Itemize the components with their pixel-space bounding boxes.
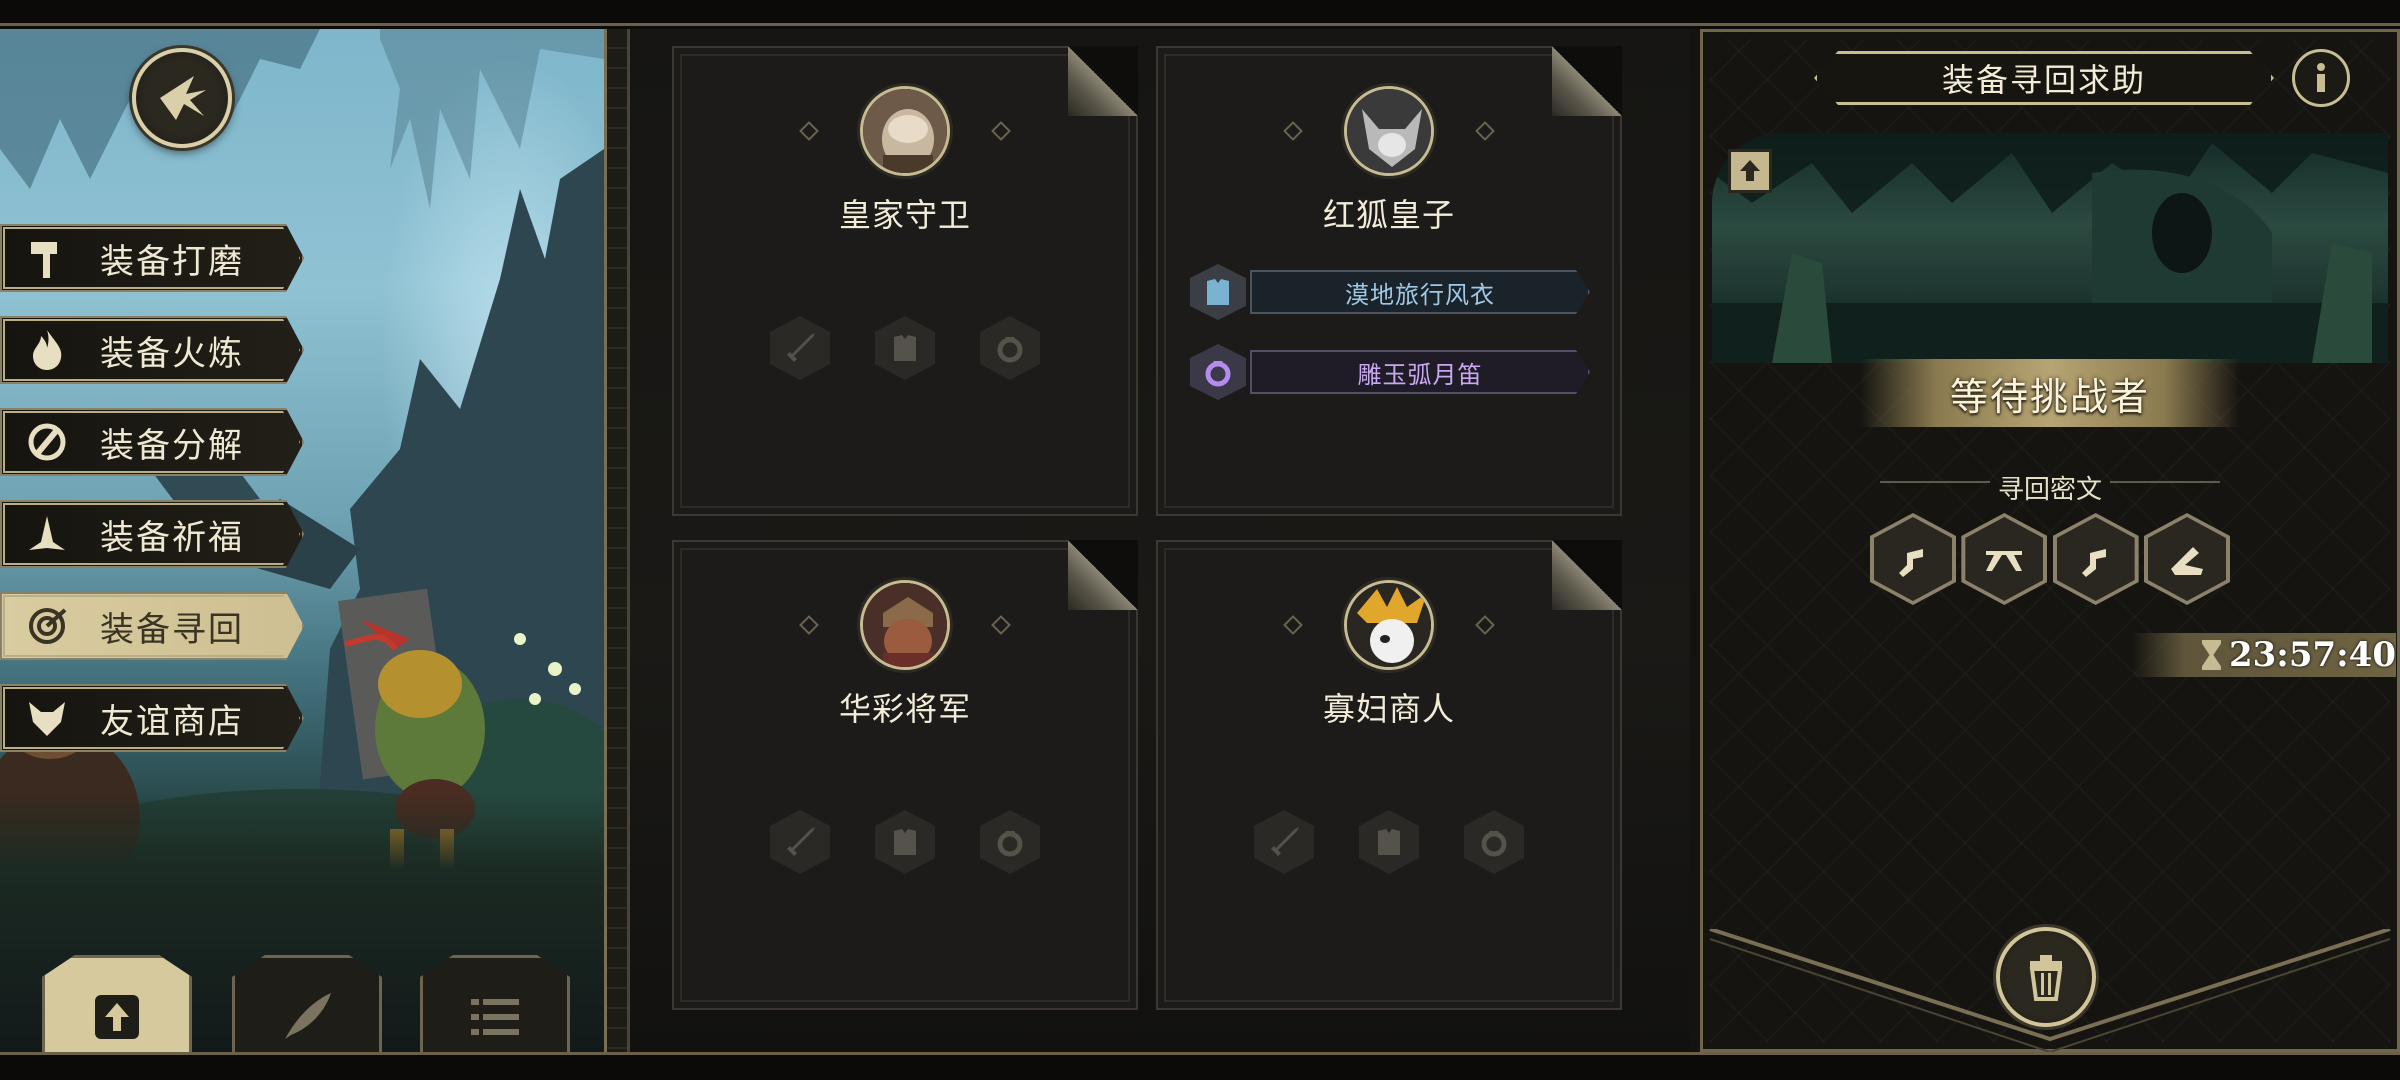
- hammer-icon: [18, 229, 76, 287]
- armor-icon: [1190, 264, 1246, 320]
- page-curl: [1068, 540, 1138, 610]
- menu-item-label: 装备祈福: [100, 517, 244, 558]
- trash-icon: [2029, 955, 2063, 1001]
- equipped-item-name: 雕玉弧月笛: [1250, 350, 1590, 394]
- retrieve-help-panel: 装备寻回求助 等待挑战者 寻回密文 23:57:40: [1700, 29, 2400, 1052]
- pray-hands-icon: [18, 505, 76, 563]
- diamond-ornament: [1283, 121, 1303, 141]
- disassemble-icon: [18, 413, 76, 471]
- page-curl: [1552, 46, 1622, 116]
- status-plaque: 等待挑战者: [1860, 359, 2240, 427]
- sword-slot-icon[interactable]: [770, 316, 830, 380]
- armor-slot-icon[interactable]: [875, 316, 935, 380]
- info-button[interactable]: [2292, 49, 2350, 107]
- diamond-ornament: [1475, 615, 1495, 635]
- status-text: 等待挑战者: [1949, 374, 2150, 419]
- colorful-general-portrait: [860, 580, 950, 670]
- red-fox-prince-portrait: [1344, 86, 1434, 176]
- discard-button[interactable]: [1996, 927, 2096, 1027]
- rune-2-icon: [1961, 513, 2048, 605]
- equipped-item-name: 漠地旅行风衣: [1250, 270, 1590, 314]
- equipped-item-coat[interactable]: 漠地旅行风衣: [1190, 264, 1590, 320]
- menu-item-label: 装备打磨: [100, 241, 244, 282]
- ring-icon: [1190, 344, 1246, 400]
- top-frame: [0, 0, 2400, 26]
- rune-1-icon: [1870, 513, 1956, 605]
- hero-card-widow-merchant[interactable]: 寡妇商人: [1156, 540, 1622, 1010]
- diamond-ornament: [991, 121, 1011, 141]
- menu-item-label: 装备火炼: [100, 333, 244, 374]
- sword-slot-icon[interactable]: [1254, 810, 1314, 874]
- panel-title: 装备寻回求助: [1814, 51, 2274, 105]
- upload-icon: [77, 977, 157, 1057]
- cipher-runes: [1870, 513, 2230, 609]
- countdown-timer: 23:57:40: [2132, 633, 2396, 677]
- fox-head-icon: [18, 689, 76, 747]
- page-curl: [1552, 540, 1622, 610]
- info-icon: [2317, 63, 2325, 92]
- menu-item-label: 友谊商店: [100, 701, 244, 742]
- ornament-divider: [604, 29, 630, 1052]
- armor-slot-icon[interactable]: [875, 810, 935, 874]
- diamond-ornament: [1283, 615, 1303, 635]
- hero-name: 华彩将军: [838, 690, 971, 728]
- menu-item-disassemble[interactable]: 装备分解: [0, 408, 304, 476]
- menu-item-polish[interactable]: 装备打磨: [0, 224, 304, 292]
- cipher-label: 寻回密文: [1997, 475, 2102, 505]
- hero-card-red-fox-prince[interactable]: 红狐皇子 漠地旅行风衣 雕玉弧月笛: [1156, 46, 1622, 516]
- flame-icon: [18, 321, 76, 379]
- equipment-slots: [1254, 810, 1524, 874]
- equipment-slots: [770, 316, 1040, 380]
- page-curl: [1068, 46, 1138, 116]
- timer-text: 23:57:40: [2228, 635, 2396, 675]
- royal-guard-portrait: [860, 86, 950, 176]
- diamond-ornament: [799, 121, 819, 141]
- back-button[interactable]: [132, 48, 232, 148]
- hero-name: 红狐皇子: [1322, 196, 1455, 234]
- tab-feather[interactable]: [232, 955, 382, 1055]
- bottom-frame: [0, 1052, 2400, 1080]
- menu-item-label: 装备分解: [100, 425, 244, 466]
- hourglass-icon: [2202, 640, 2221, 670]
- menu-item-label: 装备寻回: [100, 609, 244, 650]
- tab-upload[interactable]: [42, 955, 192, 1055]
- target-icon: [18, 597, 76, 655]
- ring-slot-icon[interactable]: [980, 316, 1040, 380]
- menu-item-bless[interactable]: 装备祈福: [0, 500, 304, 568]
- diamond-ornament: [1475, 121, 1495, 141]
- menu-item-friend-shop[interactable]: 友谊商店: [0, 684, 304, 752]
- diamond-ornament: [991, 615, 1011, 635]
- tab-list[interactable]: [420, 955, 570, 1055]
- forest-scene-banner: [1712, 133, 2388, 363]
- ring-slot-icon[interactable]: [980, 810, 1040, 874]
- equipped-item-flute[interactable]: 雕玉弧月笛: [1190, 344, 1590, 400]
- share-upload-button[interactable]: [1728, 149, 1772, 193]
- sword-slot-icon[interactable]: [770, 810, 830, 874]
- rune-4-icon: [2143, 513, 2230, 605]
- upload-icon: [1740, 160, 1760, 181]
- armor-slot-icon[interactable]: [1359, 810, 1419, 874]
- rune-3-icon: [2052, 513, 2139, 605]
- menu-item-retrieve[interactable]: 装备寻回: [0, 592, 304, 660]
- ring-slot-icon[interactable]: [1464, 810, 1524, 874]
- hero-name: 皇家守卫: [838, 196, 971, 234]
- equipment-slots: [770, 810, 1040, 874]
- hero-name: 寡妇商人: [1322, 690, 1455, 728]
- widow-merchant-portrait: [1344, 580, 1434, 670]
- list-icon: [455, 977, 535, 1057]
- hero-card-colorful-general[interactable]: 华彩将军: [672, 540, 1138, 1010]
- menu-item-refine[interactable]: 装备火炼: [0, 316, 304, 384]
- hero-card-royal-guard[interactable]: 皇家守卫: [672, 46, 1138, 516]
- back-arrow-icon: [160, 76, 206, 120]
- diamond-ornament: [799, 615, 819, 635]
- feather-icon: [267, 977, 347, 1057]
